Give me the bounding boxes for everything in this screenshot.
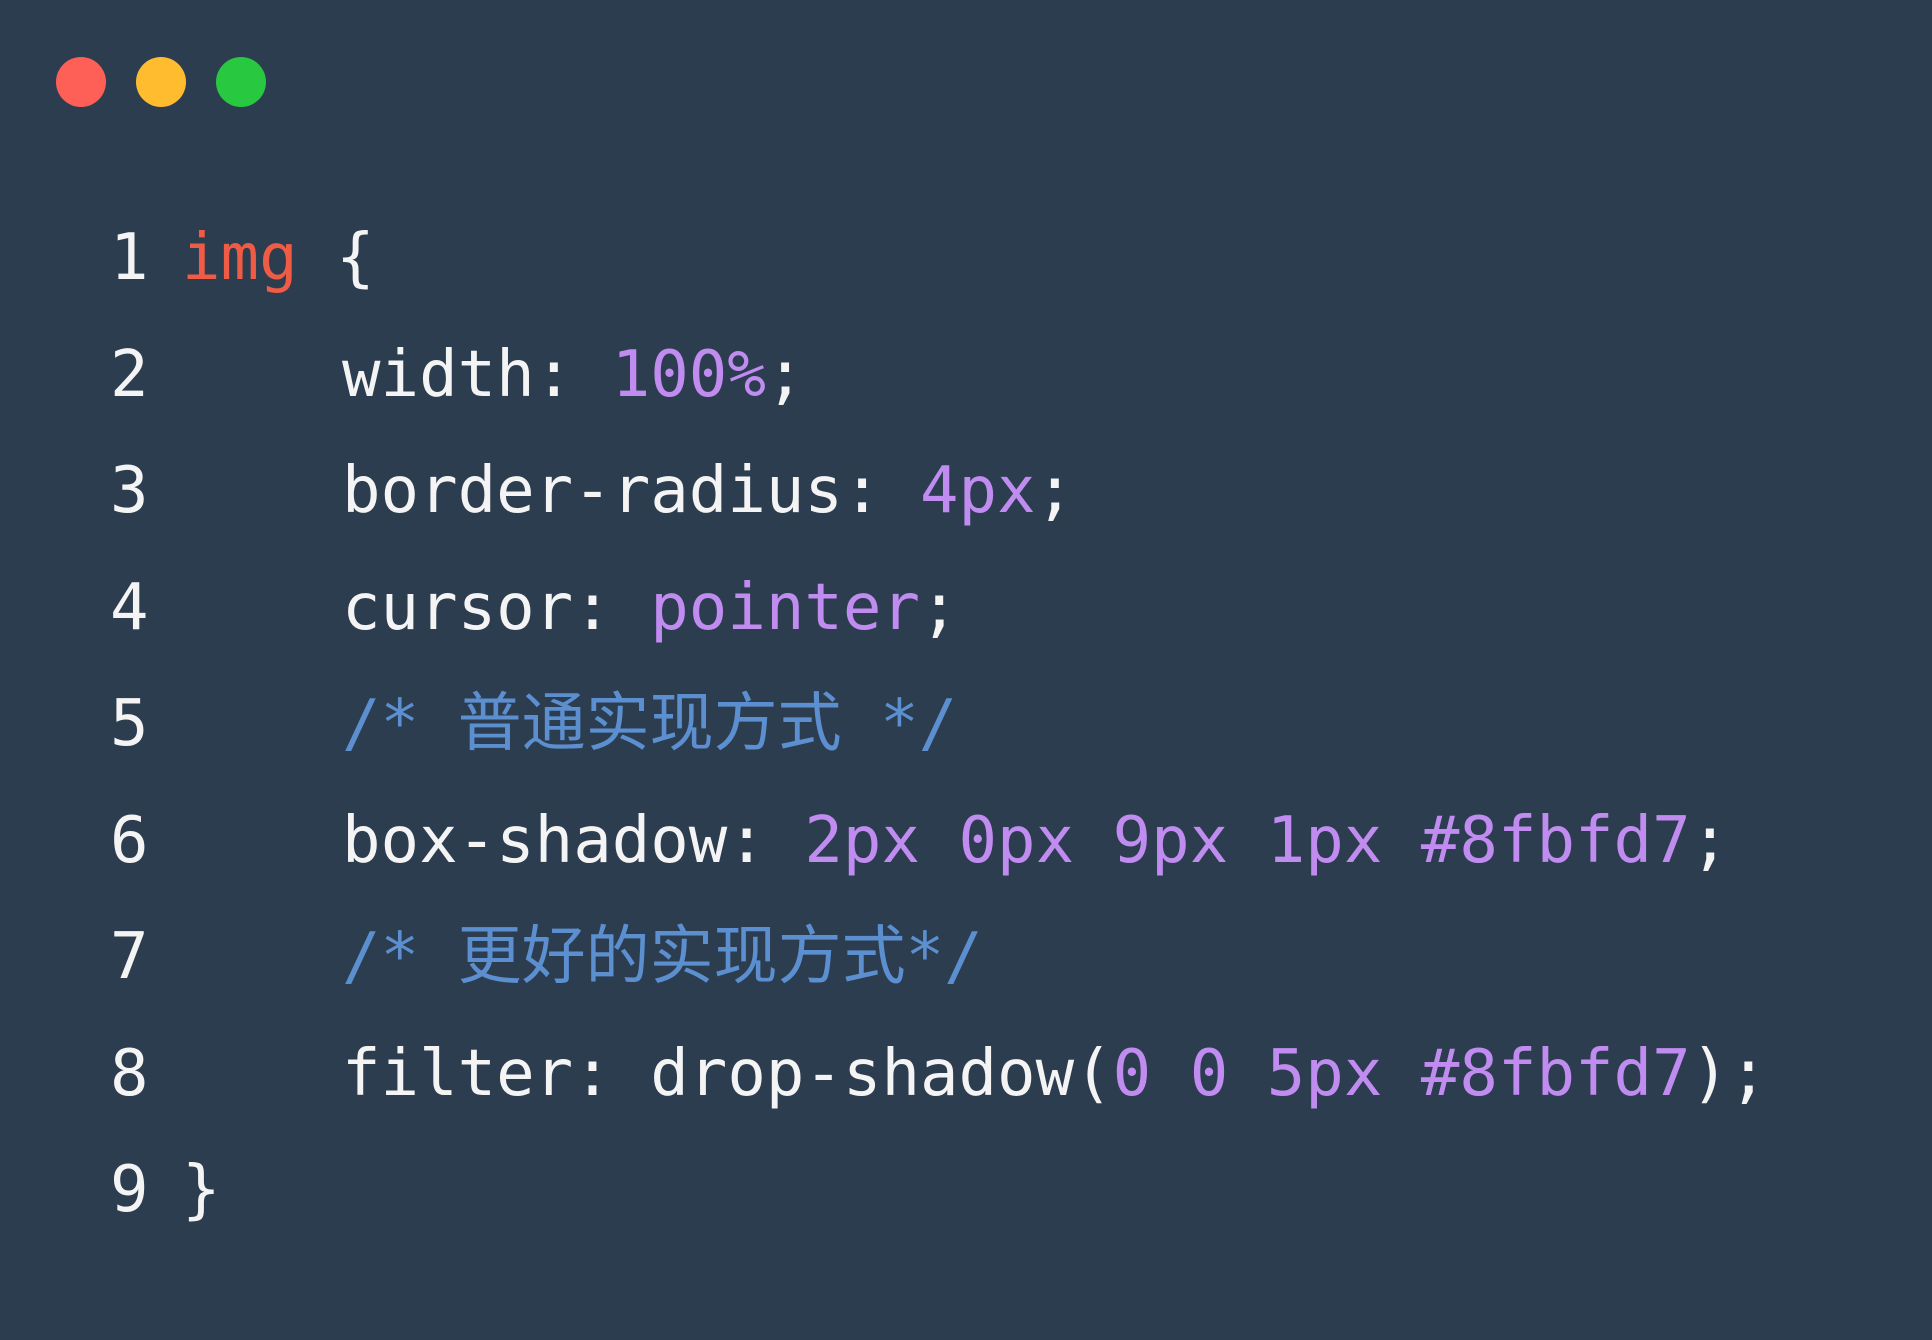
token-text: ; <box>1035 454 1075 528</box>
line-content: cursor: pointer; <box>182 550 959 667</box>
token-text: } <box>182 1153 221 1227</box>
code-line: 8 filter: drop-shadow(0 0 5px #8fbfd7); <box>110 1016 1768 1133</box>
token-text: ; <box>765 337 805 412</box>
line-content: /* 普通实现方式 */ <box>182 666 957 783</box>
window-controls <box>56 57 266 107</box>
line-number: 3 <box>110 454 149 528</box>
token-value: 2px 0px 9px 1px #8fbfd7 <box>804 803 1691 878</box>
token-value: pointer <box>650 570 920 645</box>
line-number: 1 <box>110 221 149 295</box>
line-content: img { <box>182 200 375 317</box>
token-value: 4px <box>919 454 1036 528</box>
line-number: 7 <box>110 920 149 994</box>
line-number: 4 <box>110 570 149 645</box>
line-number: 6 <box>110 803 149 878</box>
line-number: 5 <box>110 687 149 761</box>
line-content: box-shadow: 2px 0px 9px 1px #8fbfd7; <box>182 783 1729 900</box>
code-line: 4 cursor: pointer; <box>110 550 1768 667</box>
code-line: 6 box-shadow: 2px 0px 9px 1px #8fbfd7; <box>110 783 1768 900</box>
line-content: /* 更好的实现方式*/ <box>182 899 983 1016</box>
code-line: 9} <box>110 1132 1768 1249</box>
token-text: filter: drop-shadow( <box>342 1036 1113 1111</box>
line-number: 2 <box>110 337 149 412</box>
code-line: 1 img { <box>110 200 1768 317</box>
token-comment: /* 普通实现方式 */ <box>342 687 958 761</box>
code-line: 2 width: 100%; <box>110 317 1768 434</box>
code-line: 3 border-radius: 4px; <box>110 433 1768 550</box>
token-keyword: img <box>182 221 298 295</box>
token-text: ; <box>919 570 959 645</box>
line-number: 9 <box>110 1153 149 1227</box>
token-text: width: <box>342 337 612 412</box>
token-text: ; <box>1690 803 1730 878</box>
line-content: width: 100%; <box>182 317 804 434</box>
line-content: } <box>182 1132 221 1249</box>
code-block: 1 img {2 width: 100%; 3 border-radius: 4px; 4… <box>110 200 1768 1249</box>
code-line: 5 /* 普通实现方式 */ <box>110 666 1768 783</box>
code-line: 7 /* 更好的实现方式*/ <box>110 899 1768 1016</box>
token-value: 0 0 5px #8fbfd7 <box>1112 1036 1691 1111</box>
maximize-window-button[interactable] <box>216 57 266 107</box>
token-text: ); <box>1690 1036 1768 1111</box>
code-window: 1 img {2 width: 100%; 3 border-radius: 4px; 4… <box>0 0 1932 1340</box>
token-text: box-shadow: <box>342 803 805 878</box>
close-window-button[interactable] <box>56 57 106 107</box>
token-value: 100% <box>611 337 766 412</box>
token-text: border-radius: <box>342 454 920 528</box>
line-content: border-radius: 4px; <box>182 433 1074 550</box>
minimize-window-button[interactable] <box>136 57 186 107</box>
token-text: cursor: <box>342 570 651 645</box>
line-number: 8 <box>110 1036 149 1111</box>
line-content: filter: drop-shadow(0 0 5px #8fbfd7); <box>182 1016 1768 1133</box>
token-comment: /* 更好的实现方式*/ <box>342 920 983 994</box>
token-text: { <box>297 221 375 295</box>
